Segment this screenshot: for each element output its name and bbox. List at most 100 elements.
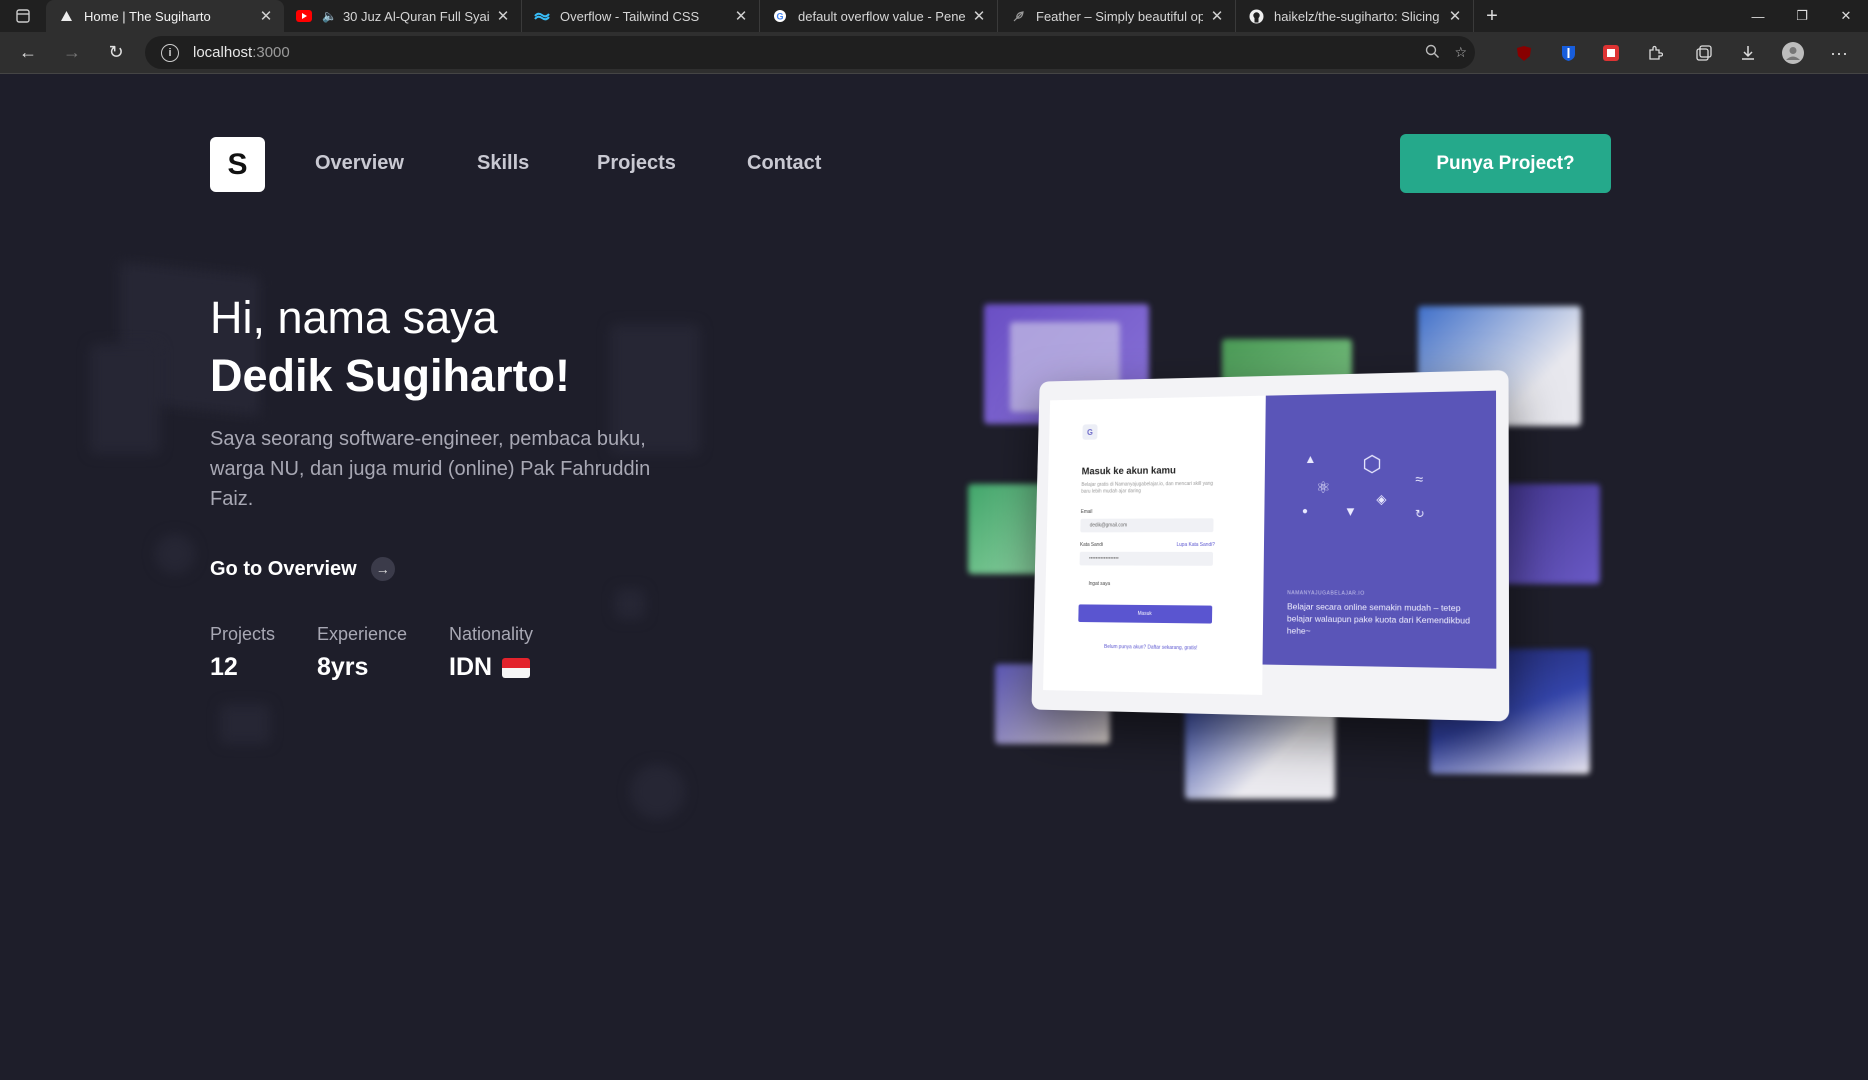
mockup-tech-icon: ●: [1302, 506, 1308, 517]
tab-title: Home | The Sugiharto: [84, 9, 252, 24]
mockup-tech-icon: ↻: [1415, 507, 1425, 520]
browser-tab-active[interactable]: Home | The Sugiharto ✕: [46, 0, 284, 32]
site-logo[interactable]: S: [210, 137, 265, 192]
window-controls: — ❐ ✕: [1736, 0, 1868, 32]
background-decoration: [630, 764, 685, 819]
stat-nationality: Nationality IDN: [449, 624, 533, 682]
mockup-illustration-panel: ▲ ⬡ ⚛ ≈ ◈ ● ▼ ↻ NAMANYAJUGABELAJAR.IO Be…: [1263, 391, 1497, 669]
youtube-icon: [296, 8, 312, 24]
browser-tab[interactable]: Overflow - Tailwind CSS ✕: [522, 0, 760, 32]
nav-skills[interactable]: Skills: [477, 152, 529, 175]
hero-description: Saya seorang software-engineer, pembaca …: [210, 424, 660, 514]
mockup-subtitle: Belajar gratis di Namanyajugabelajar.io,…: [1081, 481, 1214, 496]
cta-button[interactable]: Punya Project?: [1400, 134, 1611, 193]
react-icon: ⚛: [1316, 478, 1331, 498]
mockup-remember-label: Ingat saya: [1088, 581, 1110, 587]
mockup-caption-title: NAMANYAJUGABELAJAR.IO: [1287, 590, 1365, 597]
close-tab-icon[interactable]: ✕: [733, 7, 749, 25]
close-tab-icon[interactable]: ✕: [1447, 7, 1463, 25]
tailwind-icon: [534, 8, 550, 24]
address-toolbar: ← → ↻ i localhost:3000 ☆ ···: [0, 32, 1868, 74]
github-icon: [1248, 8, 1264, 24]
tab-actions-icon[interactable]: [0, 0, 46, 32]
mockup-caption: Belajar secara online semakin mudah – te…: [1287, 600, 1471, 639]
close-tab-icon[interactable]: ✕: [971, 7, 987, 25]
svg-text:G: G: [776, 12, 783, 22]
laravel-icon: ◈: [1376, 491, 1386, 507]
bitwarden-extension-icon[interactable]: [1553, 32, 1583, 74]
tab-title: haikelz/the-sugiharto: Slicing: [1274, 9, 1441, 24]
login-mockup-image: G Masuk ke akun kamu Belajar gratis di N…: [1031, 370, 1509, 721]
more-menu-icon[interactable]: ···: [1824, 32, 1854, 74]
collections-icon[interactable]: [1689, 32, 1719, 74]
mockup-forgot-link: Lupa Kata Sandi?: [1176, 542, 1214, 548]
arrow-right-icon: →: [371, 557, 395, 581]
back-icon[interactable]: ←: [6, 32, 50, 74]
browser-tab[interactable]: G default overflow value - Pene ✕: [760, 0, 998, 32]
tab-title: Overflow - Tailwind CSS: [560, 9, 727, 24]
zoom-icon[interactable]: [1425, 44, 1440, 62]
browser-tab[interactable]: 🔈 30 Juz Al-Quran Full Syaikh ✕: [284, 0, 522, 32]
portfolio-page: S Overview Skills Projects Contact Punya…: [0, 74, 1868, 1080]
tab-title: Feather – Simply beautiful op: [1036, 9, 1203, 24]
stat-experience: Experience 8yrs: [317, 624, 407, 682]
go-to-overview-link[interactable]: Go to Overview →: [210, 557, 395, 581]
browser-tab[interactable]: Feather – Simply beautiful op ✕: [998, 0, 1236, 32]
nav-contact[interactable]: Contact: [747, 152, 821, 175]
forward-icon[interactable]: →: [50, 32, 94, 74]
hero-name: Dedik Sugiharto!: [210, 350, 570, 402]
mockup-password-input: ••••••••••••••••••: [1080, 552, 1214, 566]
url-host: localhost: [193, 44, 252, 61]
tab-title: 30 Juz Al-Quran Full Syaikh: [343, 9, 489, 24]
background-decoration: [615, 589, 645, 619]
site-info-icon[interactable]: i: [161, 44, 179, 62]
profile-avatar-icon[interactable]: [1778, 32, 1808, 74]
reload-icon[interactable]: ↻: [94, 32, 138, 74]
nav-projects[interactable]: Projects: [597, 152, 676, 175]
close-tab-icon[interactable]: ✕: [1209, 7, 1225, 25]
background-decoration: [90, 344, 160, 454]
stat-value: 8yrs: [317, 653, 407, 682]
stat-label: Projects: [210, 624, 275, 645]
restore-icon[interactable]: ❐: [1780, 0, 1824, 32]
background-decoration: [220, 704, 270, 744]
mockup-logo: G: [1082, 424, 1097, 440]
feather-icon: [1010, 8, 1026, 24]
mockup-email-label: Email: [1081, 509, 1093, 515]
go-to-overview-label: Go to Overview: [210, 558, 357, 581]
browser-tab-strip: Home | The Sugiharto ✕ 🔈 30 Juz Al-Quran…: [0, 0, 1868, 32]
vue-icon: ▼: [1344, 504, 1357, 519]
nav-overview[interactable]: Overview: [315, 152, 404, 175]
downloads-icon[interactable]: [1733, 32, 1763, 74]
mockup-email-input: dedik@gmail.com: [1080, 518, 1213, 532]
browser-tab[interactable]: haikelz/the-sugiharto: Slicing ✕: [1236, 0, 1474, 32]
speaker-icon[interactable]: 🔈: [322, 9, 337, 23]
mockup-login-button: Masuk: [1078, 604, 1212, 623]
stat-projects: Projects 12: [210, 624, 275, 682]
stat-label: Nationality: [449, 624, 533, 645]
url-port: :3000: [252, 44, 290, 61]
close-window-icon[interactable]: ✕: [1824, 0, 1868, 32]
stat-label: Experience: [317, 624, 407, 645]
vercel-triangle-icon: [58, 8, 74, 24]
extension-red-icon[interactable]: [1596, 32, 1626, 74]
new-tab-button[interactable]: +: [1474, 0, 1510, 32]
ublock-extension-icon[interactable]: [1509, 32, 1539, 74]
address-bar[interactable]: i localhost:3000 ☆: [145, 36, 1475, 69]
extensions-puzzle-icon[interactable]: [1640, 32, 1670, 74]
hero-greeting: Hi, nama saya: [210, 292, 498, 344]
tab-title: default overflow value - Pene: [798, 9, 965, 24]
close-tab-icon[interactable]: ✕: [258, 7, 274, 25]
tailwind-logo-icon: ≈: [1415, 471, 1423, 487]
favorite-star-icon[interactable]: ☆: [1454, 44, 1467, 61]
indonesia-flag-icon: [502, 658, 530, 678]
google-icon: G: [772, 8, 788, 24]
mockup-password-label: Kata Sandi: [1080, 542, 1103, 548]
mockup-tech-icon: ▲: [1304, 452, 1316, 466]
nodejs-icon: ⬡: [1362, 451, 1382, 477]
close-tab-icon[interactable]: ✕: [495, 7, 511, 25]
mockup-title: Masuk ke akun kamu: [1082, 466, 1176, 478]
stat-value: 12: [210, 653, 275, 682]
background-decoration: [155, 534, 195, 574]
minimize-icon[interactable]: —: [1736, 0, 1780, 32]
